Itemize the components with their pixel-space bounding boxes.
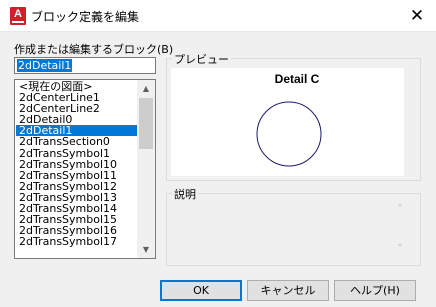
scroll-thumb[interactable] [139, 98, 153, 149]
scroll-down-arrow-icon[interactable]: ▼ [137, 241, 155, 258]
block-name-value: 2dDetail1 [17, 59, 73, 72]
close-button[interactable]: ✕ [402, 3, 432, 29]
description-scroll-up-icon: ⌃ [396, 203, 404, 212]
block-list-item[interactable]: 2dTransSection0 [16, 136, 137, 147]
block-list-item[interactable]: 2dTransSymbol17 [16, 236, 137, 247]
description-scrollbar: ⌃ ⌄ [393, 203, 407, 255]
preview-drawing [256, 101, 322, 167]
description-text [171, 199, 407, 261]
list-scrollbar[interactable]: ▲ ▼ [137, 80, 155, 258]
app-icon-strip [12, 21, 24, 23]
window-title: ブロック定義を編集 [31, 10, 140, 24]
help-button[interactable]: ヘルプ(H) [334, 280, 416, 301]
scroll-up-arrow-icon[interactable]: ▲ [137, 80, 155, 97]
block-list-items: <現在の図面> 2dCenterLine1 2dCenterLine2 2dDetai… [16, 81, 137, 247]
ok-button[interactable]: OK [160, 280, 242, 301]
block-name-label: 作成または編集するブロック(B) [14, 43, 174, 56]
preview-group-title: プレビュー [172, 51, 231, 67]
autocad-app-icon: A [10, 7, 26, 25]
block-name-input[interactable]: 2dDetail1 [14, 57, 156, 74]
block-list-item[interactable]: 2dTransSymbol1 [16, 148, 137, 159]
app-icon-letter: A [14, 8, 22, 20]
preview-circle [256, 101, 322, 167]
description-scroll-down-icon: ⌄ [396, 239, 404, 248]
preview-canvas: Detail C [171, 68, 404, 176]
block-listbox[interactable]: <現在の図面> 2dCenterLine1 2dCenterLine2 2dDetai… [14, 79, 156, 259]
title-bar: A ブロック定義を編集 ✕ [0, 0, 436, 32]
cancel-button[interactable]: キャンセル [247, 280, 329, 301]
